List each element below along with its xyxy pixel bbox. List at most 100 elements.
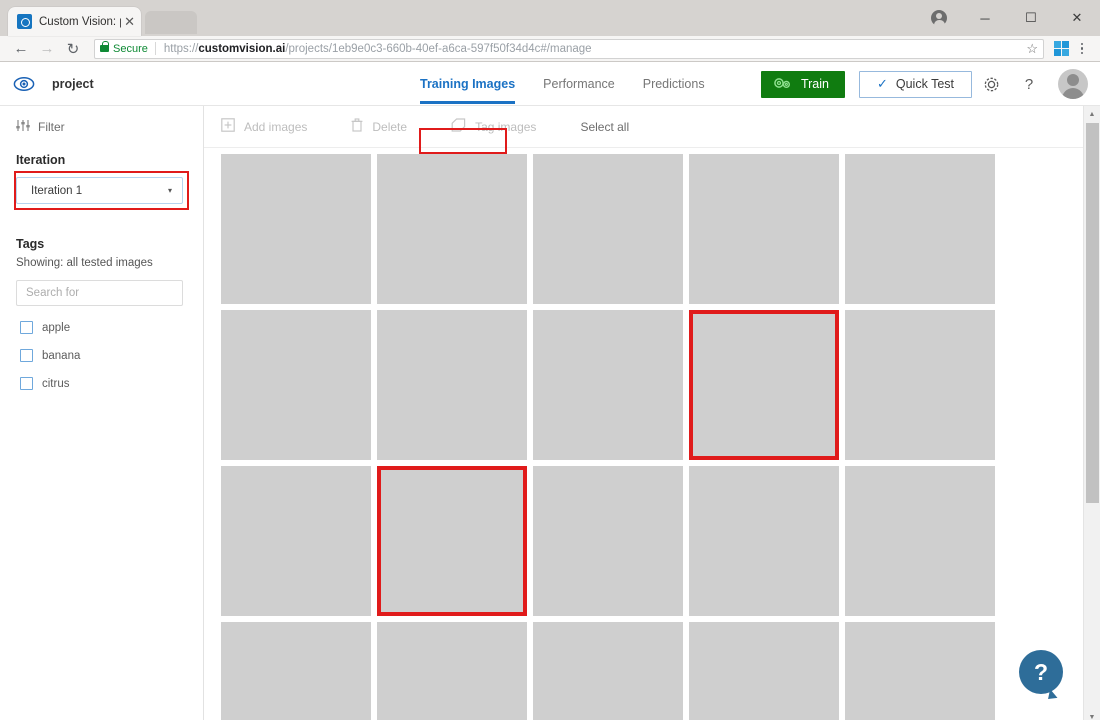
showing-status-text: Showing: all tested images <box>16 257 153 269</box>
image-thumbnail-pink-apples-closeup[interactable] <box>689 622 839 720</box>
scroll-down-arrow-icon[interactable]: ▼ <box>1084 709 1100 720</box>
tag-filter-citrus[interactable]: citrus <box>0 377 203 390</box>
browser-profile-icon[interactable] <box>916 0 962 36</box>
window-controls: ─ ☐ ✕ <box>916 0 1100 36</box>
image-thumbnail-grapefruit-crate[interactable] <box>377 466 527 616</box>
checkbox-icon[interactable] <box>20 377 33 390</box>
select-all-label: Select all <box>580 119 630 134</box>
image-thumbnail-orange-in-hand[interactable] <box>845 310 995 460</box>
image-thumbnail-lemons-in-bin[interactable] <box>689 310 839 460</box>
tab-predictions[interactable]: Predictions <box>643 62 705 106</box>
image-thumbnail-banana-bunch-closeup[interactable] <box>533 154 683 304</box>
window-minimize-button[interactable]: ─ <box>962 0 1008 36</box>
image-grid <box>204 148 1100 720</box>
tab-predictions-label: Predictions <box>642 77 705 91</box>
image-thumbnail-single-banana-in-hand[interactable] <box>377 154 527 304</box>
tag-search-input[interactable] <box>16 280 183 306</box>
add-images-button[interactable]: Add images <box>221 118 307 135</box>
reload-icon[interactable]: ↻ <box>60 38 86 60</box>
tag-images-button[interactable]: Tag images <box>451 118 536 135</box>
avatar[interactable] <box>1058 69 1088 99</box>
image-thumbnail-lemon-on-plate[interactable] <box>533 310 683 460</box>
tab-training-images-label: Training Images <box>420 77 516 91</box>
secure-label: Secure <box>113 42 148 55</box>
image-thumbnail-banana-store-display[interactable] <box>689 154 839 304</box>
iteration-dropdown[interactable]: Iteration 1 ▾ <box>16 177 183 204</box>
vertical-scrollbar[interactable]: ▲ ▼ <box>1083 106 1100 720</box>
tag-icon <box>451 118 466 135</box>
window-maximize-button[interactable]: ☐ <box>1008 0 1054 36</box>
image-thumbnail-orange-in-paper-bag[interactable] <box>533 466 683 616</box>
quick-test-button[interactable]: ✓ Quick Test <box>858 70 972 98</box>
scrollbar-thumb[interactable] <box>1086 123 1099 503</box>
filter-sliders-icon <box>16 119 30 135</box>
add-images-label: Add images <box>244 119 308 134</box>
image-thumbnail-green-apple-in-hand-2[interactable] <box>533 622 683 720</box>
image-thumbnail-bananas-crate-stickers-2[interactable] <box>845 154 995 304</box>
app-body: Filter Iteration Iteration 1 ▾ Tags Show… <box>0 106 1100 720</box>
filter-control[interactable]: Filter <box>0 119 203 135</box>
bookmark-star-icon[interactable]: ☆ <box>1020 41 1038 57</box>
tab-performance[interactable]: Performance <box>543 62 615 106</box>
image-thumbnail-green-apple-in-hand[interactable] <box>377 622 527 720</box>
app-header-actions: Train ✓ Quick Test ? <box>760 62 1088 106</box>
browser-toolbar: ← → ↻ Secure https://customvision.ai/pro… <box>0 36 1100 62</box>
image-thumbnail-lime-on-plate[interactable] <box>221 310 371 460</box>
image-thumbnail-red-apple-in-hand[interactable] <box>221 622 371 720</box>
iteration-select-wrap: Iteration 1 ▾ <box>0 171 203 210</box>
url-domain: customvision.ai <box>198 42 286 55</box>
browser-menu-icon[interactable] <box>1072 39 1092 59</box>
gears-icon <box>773 76 792 93</box>
forward-arrow-icon[interactable]: → <box>34 38 60 60</box>
tag-label-banana: banana <box>42 349 81 362</box>
browser-tab[interactable]: Custom Vision: project - ✕ <box>8 7 141 36</box>
lock-icon <box>100 41 109 52</box>
delete-button[interactable]: Delete <box>351 118 407 135</box>
checkbox-icon[interactable] <box>20 321 33 334</box>
iteration-dropdown-value: Iteration 1 <box>31 184 83 197</box>
tab-training-images[interactable]: Training Images <box>420 62 516 106</box>
image-thumbnail-bagged-oranges-crate[interactable] <box>845 466 995 616</box>
window-close-button[interactable]: ✕ <box>1054 0 1100 36</box>
tags-heading: Tags <box>16 237 45 251</box>
page-title: project <box>52 76 94 91</box>
delete-label: Delete <box>372 119 408 134</box>
help-chat-bubble[interactable]: ? <box>1019 650 1063 694</box>
tag-filter-apple[interactable]: apple <box>0 321 203 334</box>
address-bar[interactable]: Secure https://customvision.ai/projects/… <box>94 38 1044 59</box>
app-tab-bar: Training Images Performance Predictions <box>420 62 705 106</box>
url-path: /projects/1eb9e0c3-660b-40ef-a6ca-597f50… <box>285 42 592 55</box>
image-thumbnail-green-limes-pile[interactable] <box>221 466 371 616</box>
address-bar-url: https://customvision.ai/projects/1eb9e0c… <box>164 43 592 55</box>
main-content: Add images Delete Tag images Select all … <box>204 106 1100 720</box>
tab-close-icon[interactable]: ✕ <box>121 15 135 28</box>
custom-vision-eye-icon <box>12 72 36 96</box>
settings-gear-icon[interactable] <box>972 62 1010 106</box>
new-tab-button[interactable] <box>145 11 197 34</box>
image-thumbnail-orange-on-plate[interactable] <box>377 310 527 460</box>
sidebar: Filter Iteration Iteration 1 ▾ Tags Show… <box>0 106 204 720</box>
tags-section: Tags Showing: all tested images apple ba… <box>0 237 203 390</box>
help-question-icon[interactable]: ? <box>1010 62 1048 106</box>
app-header: project Training Images Performance Pred… <box>0 62 1100 154</box>
extension-windows-icon[interactable] <box>1054 41 1069 56</box>
quick-test-button-label: Quick Test <box>895 77 954 91</box>
image-thumbnail-apple-closeup-top[interactable] <box>845 622 995 720</box>
scroll-up-arrow-icon[interactable]: ▲ <box>1084 106 1100 123</box>
image-thumbnail-lemon-on-paper-plate[interactable] <box>689 466 839 616</box>
tag-filter-banana[interactable]: banana <box>0 349 203 362</box>
tab-performance-label: Performance <box>543 77 615 91</box>
favicon-custom-vision-icon <box>17 14 32 29</box>
iteration-heading: Iteration <box>16 153 66 167</box>
back-arrow-icon[interactable]: ← <box>8 38 34 60</box>
image-thumbnail-bananas-crate-stickers[interactable] <box>221 154 371 304</box>
images-toolbar: Add images Delete Tag images Select all <box>204 106 1100 148</box>
train-button-label: Train <box>800 77 829 91</box>
checkbox-icon[interactable] <box>20 349 33 362</box>
train-button[interactable]: Train <box>760 70 845 98</box>
check-icon: ✓ <box>876 76 888 91</box>
image-grid-scroll-area <box>204 148 1100 720</box>
browser-tab-strip: Custom Vision: project - ✕ ─ ☐ ✕ <box>0 0 1100 36</box>
trash-icon <box>351 118 363 135</box>
select-all-button[interactable]: Select all <box>580 120 629 134</box>
